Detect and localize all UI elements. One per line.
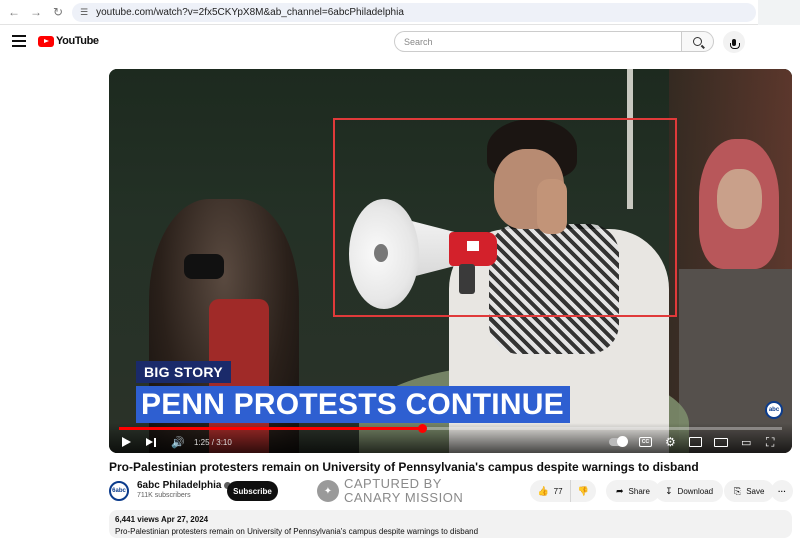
thumbs-up-icon: 👍 [537,485,549,496]
browser-toolbar: ← → ↻ ☰ youtube.com/watch?v=2fx5CKYpX8M&… [0,0,800,25]
more-actions-button[interactable]: ··· [771,480,793,502]
thumbs-down-icon: 👎 [577,485,590,496]
progress-fill [119,427,422,430]
forward-icon[interactable]: → [28,4,44,20]
save-button[interactable]: ⎘ Save [724,480,775,502]
description-box[interactable]: 6,441 views Apr 27, 2024 Pro-Palestinian… [109,510,792,538]
logo-text: YouTube [56,35,99,47]
search-icon [693,37,702,46]
voice-search-button[interactable] [723,31,745,53]
play-icon[interactable] [122,435,131,449]
next-icon[interactable] [146,435,156,449]
watermark-line1: CAPTURED BY [344,476,442,491]
progress-bar[interactable] [119,424,782,433]
miniplayer-icon[interactable] [689,437,702,447]
extensions-area [758,0,800,25]
bookmark-icon: ⎘ [734,485,742,496]
channel-bug-text: abc [768,407,780,413]
scrubber-handle[interactable] [417,424,427,433]
news-lower-third: BIG STORY PENN PROTESTS CONTINUE [136,361,570,423]
cast-icon[interactable]: ▭ [741,435,751,449]
autoplay-toggle[interactable] [609,436,628,447]
fullscreen-icon[interactable]: ⛶ [766,435,774,449]
download-label: Download [677,486,714,496]
news-headline: PENN PROTESTS CONTINUE [136,386,570,423]
video-player[interactable]: BIG STORY PENN PROTESTS CONTINUE abc 🔊 1… [109,69,792,453]
theater-mode-icon[interactable] [714,438,728,447]
subtitles-icon[interactable]: CC [639,437,652,447]
channel-name[interactable]: 6abc Philadelphia [137,480,232,491]
subscribe-button[interactable]: Subscribe [227,481,278,501]
save-label: Save [746,486,765,496]
share-button[interactable]: ➦ Share [606,480,660,502]
like-button[interactable]: 👍 77 [530,480,571,502]
reload-icon[interactable]: ↻ [50,4,66,20]
microphone-icon [730,38,740,49]
share-icon: ➦ [616,485,624,496]
search-input[interactable]: Search [394,31,682,52]
red-highlight-box [333,118,677,317]
hamburger-menu-icon[interactable] [12,35,26,47]
channel-avatar-text: 6abc [112,488,126,494]
watermark-line2: CANARY MISSION [344,490,464,505]
like-count: 77 [553,486,563,496]
url-text: youtube.com/watch?v=2fx5CKYpX8M&ab_chann… [96,7,404,18]
story-tag: BIG STORY [136,361,231,383]
canary-mission-watermark: ✦ CAPTURED BY CANARY MISSION [317,477,463,505]
time-display: 1:25 / 3:10 [194,437,232,447]
search-placeholder: Search [404,36,433,47]
canary-bird-icon: ✦ [317,480,339,502]
address-bar[interactable]: ☰ youtube.com/watch?v=2fx5CKYpX8M&ab_cha… [72,3,756,22]
search-button[interactable] [681,31,714,52]
download-button[interactable]: ↧ Download [655,480,724,502]
like-dislike-group: 👍 77 👎 [530,480,596,502]
video-title: Pro-Palestinian protesters remain on Uni… [109,460,699,474]
dislike-button[interactable]: 👎 [571,480,596,502]
download-icon: ↧ [665,485,673,496]
youtube-logo[interactable]: YouTube [38,35,99,47]
back-icon[interactable]: ← [6,4,22,20]
channel-avatar[interactable]: 6abc [109,481,129,501]
subscriber-count: 711K subscribers [137,492,191,499]
share-label: Share [628,486,650,496]
settings-gear-icon[interactable]: ⚙ [665,435,676,449]
view-count-date: 6,441 views Apr 27, 2024 [115,515,209,524]
owner-row: 6abc 6abc Philadelphia 711K subscribers … [109,477,793,505]
youtube-masthead: YouTube Search [0,26,800,58]
site-settings-icon[interactable]: ☰ [80,7,88,18]
volume-icon[interactable]: 🔊 [171,435,185,449]
channel-name-text[interactable]: 6abc Philadelphia [137,480,221,491]
youtube-play-icon [38,35,54,47]
description-text: Pro-Palestinian protesters remain on Uni… [115,527,479,536]
channel-bug-logo: abc [765,401,783,419]
